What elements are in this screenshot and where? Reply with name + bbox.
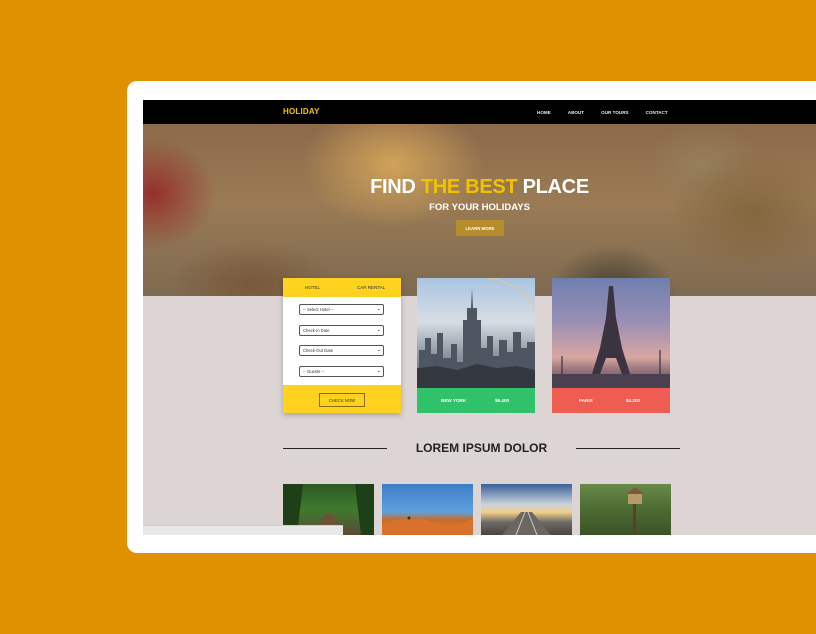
treehouse-image — [626, 487, 644, 535]
check-now-button[interactable]: CHECK NOW — [319, 393, 365, 407]
nav-item-our-tours[interactable]: OUR TOURS — [601, 110, 628, 115]
website-screen: HOLIDAY HOME ABOUT OUR TOURS CONTACT FIN… — [143, 100, 816, 535]
nav-item-home[interactable]: HOME — [537, 110, 551, 115]
new-york-info-bar: NEW YORK $6.400 — [417, 388, 535, 413]
new-york-photo — [417, 278, 535, 388]
check-in-date-value: Check-in Date — [303, 328, 330, 333]
destination-card-new-york[interactable]: NEW YORK $6.400 — [417, 278, 535, 413]
check-in-date-dropdown[interactable]: Check-in Date ⌄ — [299, 325, 384, 336]
booking-tabs: HOTEL CAR RENTAL — [283, 278, 401, 297]
section-title: LOREM IPSUM DOLOR — [415, 441, 548, 455]
chevron-down-icon: ⌄ — [376, 327, 381, 333]
nav-menu: HOME ABOUT OUR TOURS CONTACT — [537, 110, 685, 115]
chevron-down-icon: ⌄ — [376, 347, 381, 353]
top-navbar: HOLIDAY HOME ABOUT OUR TOURS CONTACT — [143, 100, 816, 124]
booking-widget: HOTEL CAR RENTAL -- Select Hotel -- ⌄ Che… — [283, 278, 401, 413]
select-hotel-dropdown[interactable]: -- Select Hotel -- ⌄ — [299, 304, 384, 315]
check-out-date-dropdown[interactable]: Check-Out Date ⌄ — [299, 345, 384, 356]
destination-city: NEW YORK — [441, 398, 467, 403]
hero-title-accent: THE BEST — [420, 176, 518, 198]
nav-item-contact[interactable]: CONTACT — [646, 110, 668, 115]
hero-subtitle: FOR YOUR HOLIDAYS — [429, 202, 530, 213]
hero-title: FIND THE BEST PLACE — [143, 176, 816, 199]
destination-city: PARIS — [579, 398, 593, 403]
learn-more-button[interactable]: LEARN MORE — [456, 220, 504, 236]
section-divider-left — [283, 448, 387, 449]
chevron-down-icon: ⌄ — [376, 306, 381, 312]
destination-price: $6.400 — [495, 398, 510, 403]
gallery-thumb-treehouse[interactable] — [580, 484, 671, 535]
hero-banner: FIND THE BEST PLACE FOR YOUR HOLIDAYS LE… — [143, 124, 816, 296]
tab-hotel[interactable]: HOTEL — [305, 285, 320, 290]
hero-title-part1: FIND — [370, 176, 421, 198]
destination-card-paris[interactable]: PARIS $4.200 — [552, 278, 670, 413]
guests-dropdown[interactable]: -- Guests -- ⌄ — [299, 366, 384, 377]
railway-image — [502, 511, 551, 535]
tab-car-rental[interactable]: CAR RENTAL — [357, 285, 385, 290]
gallery-thumb-railway[interactable] — [481, 484, 572, 535]
check-out-date-value: Check-Out Date — [303, 348, 334, 353]
select-hotel-value: -- Select Hotel -- — [303, 307, 334, 312]
booking-footer: CHECK NOW — [283, 385, 401, 413]
paris-info-bar: PARIS $4.200 — [552, 388, 670, 413]
horizontal-scrollbar[interactable] — [143, 525, 343, 535]
paris-photo — [552, 278, 670, 388]
gallery-thumb-desert[interactable] — [382, 484, 473, 535]
section-divider-right — [576, 448, 680, 449]
chevron-down-icon: ⌄ — [376, 368, 381, 374]
site-logo[interactable]: HOLIDAY — [283, 107, 320, 116]
new-york-skyline-image — [417, 278, 535, 388]
hero-title-part2: PLACE — [517, 176, 590, 198]
guests-value: -- Guests -- — [303, 369, 325, 374]
destination-price: $4.200 — [626, 398, 641, 403]
eiffel-tower-image — [552, 286, 670, 388]
nav-item-about[interactable]: ABOUT — [568, 110, 584, 115]
desert-image — [382, 516, 473, 535]
